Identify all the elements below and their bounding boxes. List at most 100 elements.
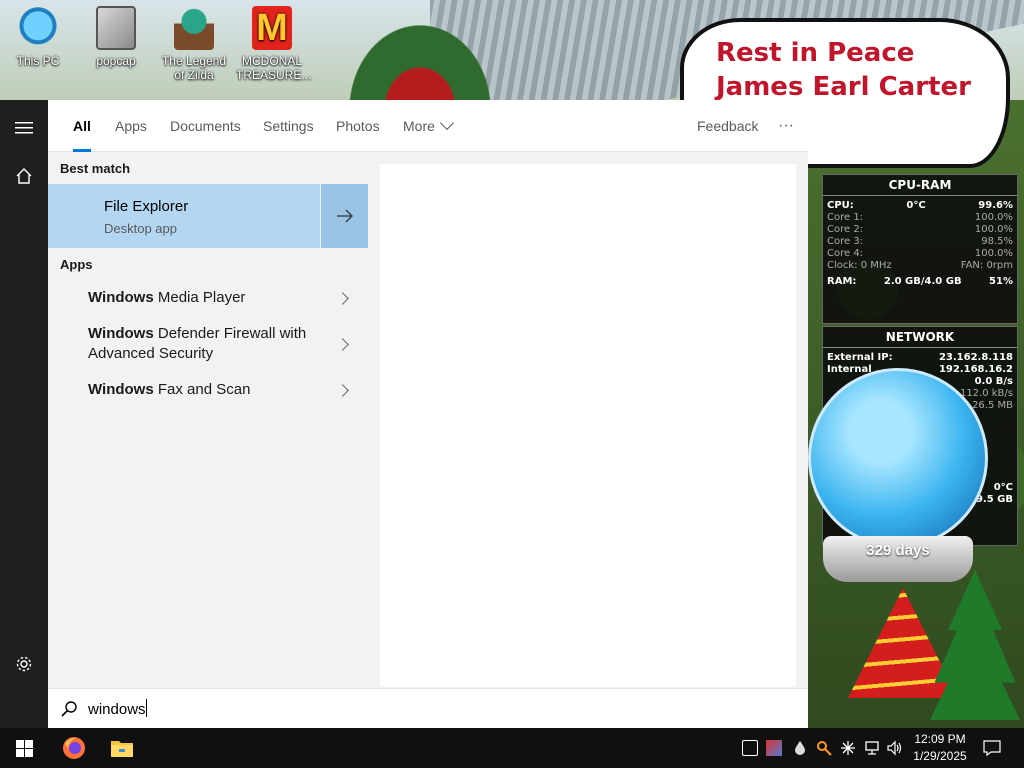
cpu-label: CPU: xyxy=(827,200,854,211)
feedback-link[interactable]: Feedback xyxy=(697,100,758,152)
folder-icon xyxy=(96,6,136,50)
taskbar: 12:09 PM 1/29/2025 xyxy=(0,728,1024,768)
desktop-icon-legend-of-zilda[interactable]: The Legend of Zilda xyxy=(158,6,230,82)
start-button[interactable] xyxy=(0,728,48,768)
arrow-right-icon xyxy=(336,209,353,223)
snowglobe-gadget[interactable]: 329 days xyxy=(808,368,988,588)
fan-speed: FAN: 0rpm xyxy=(960,260,1013,271)
hamburger-icon xyxy=(15,122,33,134)
settings-button[interactable] xyxy=(0,640,48,688)
search-panel: All Apps Documents Settings Photos More … xyxy=(48,100,808,728)
best-match-open[interactable]: File Explorer Desktop app xyxy=(48,184,320,248)
preview-pane xyxy=(380,164,796,687)
core-value: 100.0% xyxy=(974,248,1013,259)
mcdonalds-logo-icon: M xyxy=(252,6,292,50)
cpu-temp: 0°C xyxy=(906,200,926,211)
core-value: 100.0% xyxy=(974,212,1013,223)
tab-apps[interactable]: Apps xyxy=(115,100,147,152)
clock-time: 12:09 PM xyxy=(914,732,966,746)
desktop-icon-this-pc[interactable]: This PC xyxy=(2,6,74,68)
clock-date: 1/29/2025 xyxy=(913,749,967,763)
best-match-expand-button[interactable] xyxy=(320,184,368,248)
search-input[interactable]: windows xyxy=(88,699,147,718)
wreath-decoration xyxy=(345,20,495,110)
more-options-button[interactable]: ··· xyxy=(778,100,794,152)
clock-speed: Clock: 0 MHz xyxy=(827,260,892,271)
taskbar-clock[interactable]: 12:09 PM 1/29/2025 xyxy=(904,731,976,765)
start-rail xyxy=(0,100,48,728)
folder-icon xyxy=(111,741,133,757)
chevron-right-icon xyxy=(336,292,349,305)
firefox-taskbar-button[interactable] xyxy=(52,728,96,768)
apps-heading: Apps xyxy=(60,257,93,272)
search-icon xyxy=(61,701,77,717)
gear-icon xyxy=(16,656,32,672)
app-result-label: Windows Fax and Scan xyxy=(88,381,251,398)
app-result-windows-media-player[interactable]: Windows Media Player xyxy=(48,280,368,316)
file-explorer-taskbar-button[interactable] xyxy=(100,728,144,768)
desktop-icon-label: popcap xyxy=(96,54,136,68)
home-button[interactable] xyxy=(0,152,48,200)
ram-amount: 2.0 GB/4.0 GB xyxy=(883,276,962,287)
snowflake-icon[interactable] xyxy=(840,740,856,756)
action-tray-icon[interactable] xyxy=(742,740,758,756)
chevron-right-icon xyxy=(336,384,349,397)
ram-pct: 51% xyxy=(989,276,1013,287)
desktop-icon-mcdonal-treasure[interactable]: M MCDONAL TREASURE... xyxy=(236,6,312,82)
network-icon[interactable] xyxy=(864,740,880,756)
search-tabs: All Apps Documents Settings Photos More … xyxy=(48,100,808,152)
results-list: Best match File Explorer Desktop app App… xyxy=(48,152,368,687)
days-counter: 329 days xyxy=(823,536,973,582)
text-caret xyxy=(145,699,147,717)
drive-temp: 0°C xyxy=(993,482,1013,493)
computer-icon xyxy=(18,6,58,50)
notifications-button[interactable] xyxy=(980,728,1004,768)
ram-label: RAM: xyxy=(827,276,857,287)
cpu-value: 99.6% xyxy=(978,200,1013,211)
snowglobe-icon xyxy=(808,368,988,548)
windows-logo-icon xyxy=(15,739,33,757)
tab-more[interactable]: More xyxy=(403,100,454,152)
key-icon[interactable] xyxy=(816,740,832,756)
core-label: Core 4: xyxy=(827,248,864,259)
core-value: 98.5% xyxy=(981,236,1013,247)
notification-icon xyxy=(983,740,1001,756)
app-tray-icon[interactable] xyxy=(766,740,782,756)
desktop-icon-popcap[interactable]: popcap xyxy=(80,6,152,68)
best-match-item[interactable]: File Explorer Desktop app xyxy=(48,184,368,248)
chevron-down-icon xyxy=(439,115,454,131)
app-result-windows-fax-and-scan[interactable]: Windows Fax and Scan xyxy=(48,372,368,408)
droplet-icon[interactable] xyxy=(792,740,808,756)
core-label: Core 1: xyxy=(827,212,864,223)
memorial-line-1: Rest in Peace xyxy=(716,38,915,68)
core-label: Core 3: xyxy=(827,236,864,247)
tab-settings[interactable]: Settings xyxy=(263,100,314,152)
tab-more-label: More xyxy=(403,118,435,134)
best-match-heading: Best match xyxy=(60,161,131,176)
gadget-title: CPU-RAM xyxy=(823,175,1017,196)
cpu-ram-gadget[interactable]: CPU-RAM CPU: 0°C 99.6% Core 1: 100.0% Cor… xyxy=(822,174,1018,324)
core-value: 100.0% xyxy=(974,224,1013,235)
search-bar[interactable]: windows xyxy=(48,688,808,728)
desktop-icon-label: This PC xyxy=(16,54,60,68)
external-ip: 23.162.8.118 xyxy=(938,352,1013,363)
external-ip-label: External IP: xyxy=(827,352,893,363)
volume-icon[interactable] xyxy=(886,740,902,756)
home-icon xyxy=(16,168,32,184)
tab-documents[interactable]: Documents xyxy=(170,100,241,152)
app-result-label: Windows Media Player xyxy=(88,289,246,306)
best-match-subtitle: Desktop app xyxy=(104,221,177,236)
best-match-title: File Explorer xyxy=(104,198,189,215)
game-icon xyxy=(174,6,214,50)
gadget-title: NETWORK xyxy=(823,327,1017,348)
tab-all[interactable]: All xyxy=(73,100,91,152)
firefox-icon xyxy=(63,737,85,759)
core-label: Core 2: xyxy=(827,224,864,235)
app-result-label: Windows Defender Firewall with Advanced … xyxy=(88,325,307,362)
chevron-right-icon xyxy=(336,338,349,351)
tab-photos[interactable]: Photos xyxy=(336,100,380,152)
app-result-windows-defender-firewall[interactable]: Windows Defender Firewall with Advanced … xyxy=(48,320,368,370)
expand-menu-button[interactable] xyxy=(0,104,48,152)
desktop-icon-label: The Legend of Zilda xyxy=(161,54,227,82)
desktop-icon-label: MCDONAL TREASURE... xyxy=(236,54,312,82)
